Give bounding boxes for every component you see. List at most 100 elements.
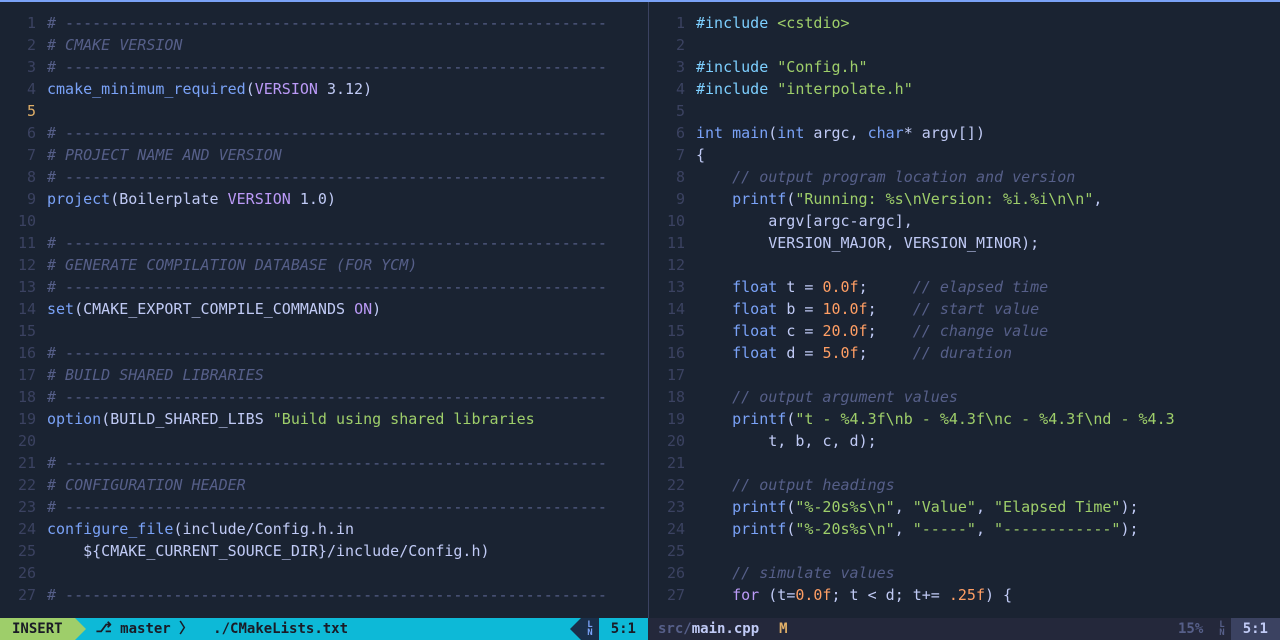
code-line[interactable]: // output argument values xyxy=(696,386,1280,408)
code-line[interactable]: // output headings xyxy=(696,474,1280,496)
code-line[interactable]: #include <cstdio> xyxy=(696,12,1280,34)
mode-indicator: INSERT xyxy=(0,618,75,640)
line-number: 23 xyxy=(0,496,44,518)
code-line[interactable]: # BUILD SHARED LIBRARIES xyxy=(47,364,648,386)
line-number: 24 xyxy=(0,518,44,540)
code-line[interactable]: for (t=0.0f; t < d; t+= .25f) { xyxy=(696,584,1280,606)
line-number: 19 xyxy=(0,408,44,430)
code-line[interactable]: int main(int argc, char* argv[]) xyxy=(696,122,1280,144)
line-number: 13 xyxy=(649,276,693,298)
code-line[interactable] xyxy=(696,452,1280,474)
code-line[interactable]: # --------------------------------------… xyxy=(47,232,648,254)
code-line[interactable]: printf("Running: %s\nVersion: %i.%i\n\n"… xyxy=(696,188,1280,210)
statusline: INSERT ⎇ master 〉 ./CMakeLists.txt LN 5:… xyxy=(0,618,1280,640)
code-line[interactable]: # --------------------------------------… xyxy=(47,496,648,518)
code-line[interactable] xyxy=(696,254,1280,276)
code-line[interactable]: # PROJECT NAME AND VERSION xyxy=(47,144,648,166)
code-line[interactable] xyxy=(47,562,648,584)
line-number: 18 xyxy=(649,386,693,408)
line-number: 11 xyxy=(0,232,44,254)
left-pane[interactable]: 1234567891011121314151617181920212223242… xyxy=(0,0,648,618)
line-number: 27 xyxy=(0,584,44,606)
code-line[interactable] xyxy=(47,100,648,122)
scroll-percent: 15% xyxy=(1168,618,1213,640)
code-line[interactable] xyxy=(47,320,648,342)
line-number-gutter: 1234567891011121314151617181920212223242… xyxy=(0,0,44,618)
code-line[interactable]: printf("%-20s%s\n", "Value", "Elapsed Ti… xyxy=(696,496,1280,518)
code-line[interactable]: # --------------------------------------… xyxy=(47,56,648,78)
line-number: 20 xyxy=(649,430,693,452)
line-number: 21 xyxy=(0,452,44,474)
line-number: 24 xyxy=(649,518,693,540)
code-line[interactable]: # --------------------------------------… xyxy=(47,122,648,144)
line-number: 18 xyxy=(0,386,44,408)
line-number: 10 xyxy=(0,210,44,232)
line-number: 8 xyxy=(649,166,693,188)
code-line[interactable]: float c = 20.0f; // change value xyxy=(696,320,1280,342)
code-line[interactable]: cmake_minimum_required(VERSION 3.12) xyxy=(47,78,648,100)
code-area-right[interactable]: #include <cstdio> #include "Config.h"#inc… xyxy=(693,0,1280,618)
code-line[interactable] xyxy=(696,34,1280,56)
code-line[interactable]: # --------------------------------------… xyxy=(47,276,648,298)
line-number: 8 xyxy=(0,166,44,188)
code-line[interactable]: configure_file(include/Config.h.in xyxy=(47,518,648,540)
line-number: 13 xyxy=(0,276,44,298)
code-line[interactable]: VERSION_MAJOR, VERSION_MINOR); xyxy=(696,232,1280,254)
code-line[interactable] xyxy=(696,364,1280,386)
code-line[interactable]: project(Boilerplate VERSION 1.0) xyxy=(47,188,648,210)
code-line[interactable]: argv[argc-argc], xyxy=(696,210,1280,232)
code-line[interactable]: printf("%-20s%s\n", "-----", "----------… xyxy=(696,518,1280,540)
code-line[interactable]: # CONFIGURATION HEADER xyxy=(47,474,648,496)
file-path: ./CMakeLists.txt xyxy=(203,618,358,640)
code-line[interactable]: t, b, c, d); xyxy=(696,430,1280,452)
line-number: 3 xyxy=(0,56,44,78)
line-number-gutter: 1234567891011121314151617181920212223242… xyxy=(649,0,693,618)
line-number: 16 xyxy=(0,342,44,364)
code-line[interactable] xyxy=(696,540,1280,562)
line-number: 27 xyxy=(649,584,693,606)
line-number: 15 xyxy=(649,320,693,342)
line-number: 12 xyxy=(649,254,693,276)
line-number: 12 xyxy=(0,254,44,276)
line-number: 15 xyxy=(0,320,44,342)
code-line[interactable]: printf("t - %4.3f\nb - %4.3f\nc - %4.3f\… xyxy=(696,408,1280,430)
code-line[interactable]: # --------------------------------------… xyxy=(47,342,648,364)
code-line[interactable]: #include "Config.h" xyxy=(696,56,1280,78)
line-number: 25 xyxy=(649,540,693,562)
code-line[interactable]: # GENERATE COMPILATION DATABASE (FOR YCM… xyxy=(47,254,648,276)
code-line[interactable]: // output program location and version xyxy=(696,166,1280,188)
code-line[interactable]: // simulate values xyxy=(696,562,1280,584)
cursor-position: 5:1 xyxy=(599,618,648,640)
code-area-left[interactable]: # --------------------------------------… xyxy=(44,0,648,618)
line-number: 22 xyxy=(649,474,693,496)
code-line[interactable]: set(CMAKE_EXPORT_COMPILE_COMMANDS ON) xyxy=(47,298,648,320)
line-number: 23 xyxy=(649,496,693,518)
code-line[interactable] xyxy=(696,100,1280,122)
statusline-right-pane: src/main.cpp M 15% LN 5:1 xyxy=(648,618,1280,640)
code-line[interactable]: { xyxy=(696,144,1280,166)
line-number: 4 xyxy=(0,78,44,100)
code-line[interactable]: # --------------------------------------… xyxy=(47,584,648,606)
code-line[interactable] xyxy=(47,430,648,452)
code-line[interactable]: float d = 5.0f; // duration xyxy=(696,342,1280,364)
cursor-position: 5:1 xyxy=(1231,618,1280,640)
code-line[interactable]: float b = 10.0f; // start value xyxy=(696,298,1280,320)
line-number: 22 xyxy=(0,474,44,496)
code-line[interactable] xyxy=(47,210,648,232)
editor-splitview: 1234567891011121314151617181920212223242… xyxy=(0,0,1280,618)
code-line[interactable]: # CMAKE VERSION xyxy=(47,34,648,56)
code-line[interactable]: float t = 0.0f; // elapsed time xyxy=(696,276,1280,298)
modified-indicator: M xyxy=(769,618,797,640)
right-pane[interactable]: 1234567891011121314151617181920212223242… xyxy=(648,0,1280,618)
line-number: 9 xyxy=(649,188,693,210)
code-line[interactable]: # --------------------------------------… xyxy=(47,12,648,34)
line-number: 19 xyxy=(649,408,693,430)
code-line[interactable]: # --------------------------------------… xyxy=(47,166,648,188)
code-line[interactable]: #include "interpolate.h" xyxy=(696,78,1280,100)
code-line[interactable]: ${CMAKE_CURRENT_SOURCE_DIR}/include/Conf… xyxy=(47,540,648,562)
line-number: 1 xyxy=(649,12,693,34)
code-line[interactable]: # --------------------------------------… xyxy=(47,386,648,408)
code-line[interactable]: option(BUILD_SHARED_LIBS "Build using sh… xyxy=(47,408,648,430)
line-number: 10 xyxy=(649,210,693,232)
code-line[interactable]: # --------------------------------------… xyxy=(47,452,648,474)
